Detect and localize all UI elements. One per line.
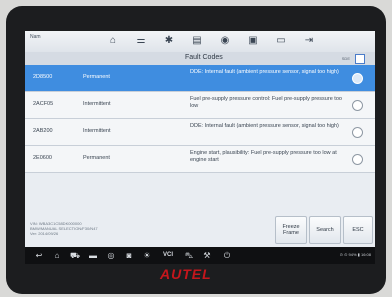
screenshot-icon[interactable]: ▣ [247, 35, 259, 47]
fault-radio[interactable] [352, 154, 363, 165]
fault-description: Fuel pre-supply pressure control: Fuel p… [190, 96, 342, 109]
fault-code: 2D8500 [33, 74, 53, 80]
search-button[interactable]: Search [309, 216, 341, 244]
table-header: Fault Codes SDE [25, 52, 375, 66]
freeze-frame-button[interactable]: Freeze Frame [275, 216, 307, 244]
system-navigation-bar: ↩ ⌂ ⛟ ▬ ◎ ◙ ☀ VCI ⛍ ⚒ ⏻ ⊙ ⊙ 94% ▮ 16:08 [25, 247, 375, 264]
fault-status: Intermittent [83, 101, 111, 107]
chrome-icon[interactable]: ◎ [105, 250, 117, 261]
fault-description: Engine start, plausibility: Fuel pre-sup… [190, 150, 337, 163]
car-icon[interactable]: ⛟ [69, 250, 81, 261]
app-label: Nam [30, 34, 41, 40]
diagnostic-screen: Nam ⌂ ⚌ ✱ ▤ ◉ ▣ ▭ ⇥ Fault Codes SDE 2D85… [25, 31, 375, 247]
select-all-checkbox[interactable] [355, 54, 365, 64]
fault-code: 2AB200 [33, 128, 53, 134]
vehicle-icon[interactable]: ⚌ [135, 35, 147, 47]
print-icon[interactable]: ▤ [191, 35, 203, 47]
back-icon[interactable]: ↩ [33, 250, 45, 261]
exit-icon[interactable]: ⇥ [303, 35, 315, 47]
fault-list: 2D8500 Permanent DDE: Internal fault (am… [25, 65, 375, 173]
fault-radio[interactable] [352, 73, 363, 84]
fault-description: DDE: Internal fault (ambient pressure se… [190, 123, 339, 129]
home-icon[interactable]: ⌂ [51, 250, 63, 261]
help-icon[interactable]: ◉ [219, 35, 231, 47]
home-icon[interactable]: ⌂ [107, 35, 119, 47]
fault-row[interactable]: 2E0600 Permanent Engine start, plausibil… [25, 146, 375, 173]
fault-code: 2E0600 [33, 155, 52, 161]
fault-description: DDE: Internal fault (ambient pressure se… [190, 69, 339, 75]
fault-row[interactable]: 2AB200 Intermittent DDE: Internal fault … [25, 119, 375, 146]
fault-radio[interactable] [352, 100, 363, 111]
top-toolbar: Nam ⌂ ⚌ ✱ ▤ ◉ ▣ ▭ ⇥ [25, 31, 375, 53]
tool-icon[interactable]: ⚒ [201, 250, 213, 261]
settings-icon[interactable]: ✱ [163, 35, 175, 47]
vehicle-icon[interactable]: ⛍ [183, 250, 195, 261]
table-header-title: Fault Codes [185, 54, 223, 61]
camera-icon[interactable]: ◙ [123, 250, 135, 261]
fault-status: Intermittent [83, 128, 111, 134]
vehicle-info-line: Ver: 2014/09/26 [30, 231, 59, 236]
vci-icon[interactable]: VCI [159, 250, 177, 261]
fault-code: 2ACF05 [33, 101, 54, 107]
fault-row[interactable]: 2ACF05 Intermittent Fuel pre-supply pres… [25, 92, 375, 119]
fault-row[interactable]: 2D8500 Permanent DDE: Internal fault (am… [25, 65, 375, 92]
fault-status: Permanent [83, 155, 110, 161]
brand-logo: AUTEL [160, 266, 212, 282]
messages-icon[interactable]: ▬ [87, 250, 99, 261]
brightness-icon[interactable]: ☀ [141, 250, 153, 261]
status-indicators: ⊙ ⊙ 94% ▮ 16:08 [339, 252, 371, 257]
save-icon[interactable]: ▭ [275, 35, 287, 47]
fault-status: Permanent [83, 74, 110, 80]
vehicle-info: VIN: WBA3C1C58DK000000 BMW/MANUAL SELECT… [30, 221, 98, 236]
fault-radio[interactable] [352, 127, 363, 138]
power-icon[interactable]: ⏻ [221, 250, 233, 261]
esc-button[interactable]: ESC [343, 216, 373, 244]
header-extra-label: SDE [341, 56, 350, 61]
